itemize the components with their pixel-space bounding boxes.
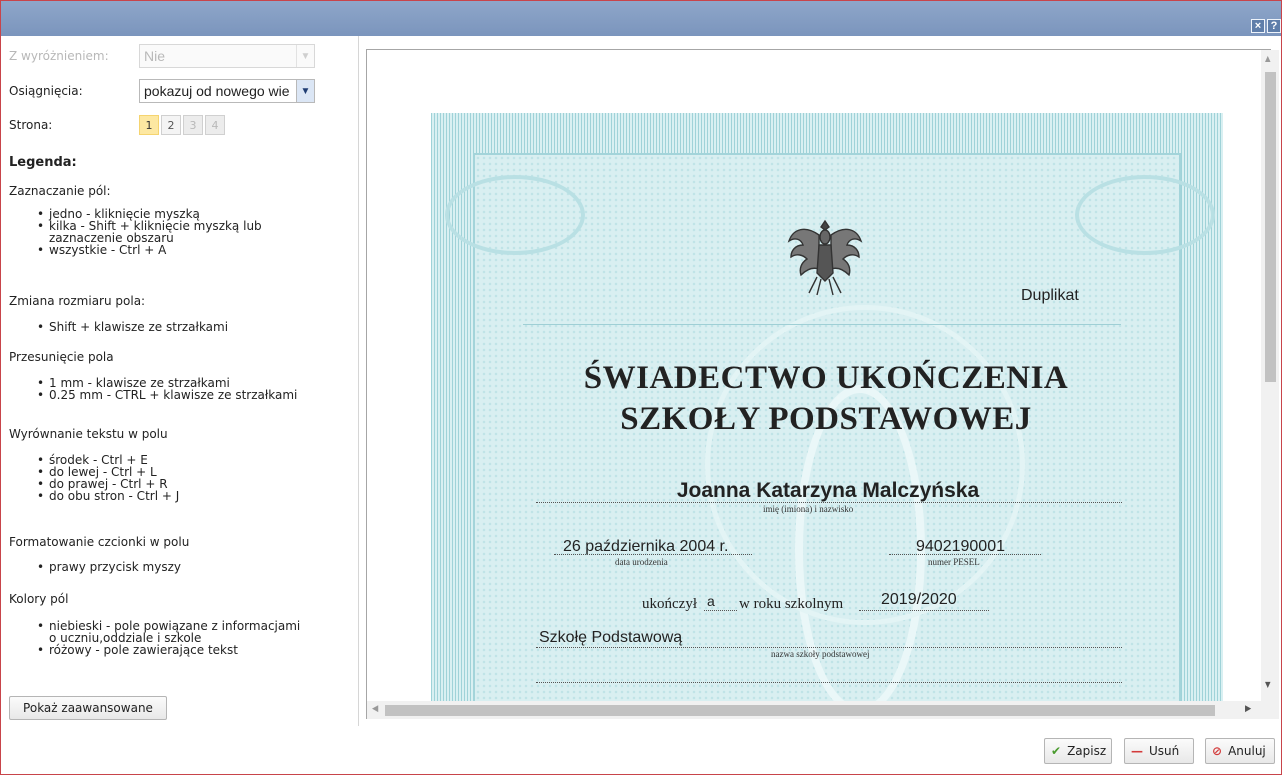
- page-button-4: 4: [205, 115, 225, 135]
- strona-label: Strona:: [9, 118, 53, 132]
- eagle-emblem-icon: [787, 219, 863, 296]
- page-selector: 1 2 3 4: [139, 115, 225, 135]
- dotted-line: [536, 682, 1122, 683]
- legend-heading: Przesunięcie pola: [9, 350, 114, 364]
- page-button-2[interactable]: 2: [161, 115, 181, 135]
- no-entry-icon: ⊘: [1212, 744, 1223, 758]
- legend-list: środek - Ctrl + E do lewej - Ctrl + L do…: [37, 454, 179, 502]
- dotted-line: [536, 647, 1122, 648]
- osiagniecia-value: pokazuj od nowego wie: [144, 83, 290, 99]
- dotted-line: [554, 554, 752, 555]
- completed-label: ukończył: [642, 596, 697, 612]
- page-button-3: 3: [183, 115, 203, 135]
- duplicate-label[interactable]: Duplikat: [1021, 287, 1079, 305]
- gender-suffix-field[interactable]: a: [707, 593, 715, 609]
- legend-item: prawy przycisk myszy: [37, 561, 181, 573]
- delete-label: Usuń: [1149, 744, 1180, 758]
- osiagniecia-row: Osiągnięcia: pokazuj od nowego wie ▼: [9, 79, 315, 103]
- close-icon[interactable]: ×: [1251, 19, 1265, 33]
- strona-row: Strona: 1 2 3 4: [9, 113, 225, 137]
- chevron-down-icon[interactable]: ▼: [296, 80, 314, 102]
- scroll-corner: [1261, 701, 1279, 719]
- dotted-line: [704, 610, 737, 611]
- ornament-shape: [445, 175, 585, 255]
- horizontal-scroll-thumb[interactable]: [385, 705, 1215, 716]
- chevron-down-icon: ▼: [296, 45, 314, 67]
- legend-heading: Formatowanie czcionki w polu: [9, 535, 190, 549]
- legend-list: Shift + klawisze ze strzałkami: [37, 321, 228, 333]
- school-name-field[interactable]: Szkołę Podstawową: [539, 629, 682, 647]
- divider-line: [523, 324, 1121, 325]
- dotted-line: [889, 554, 1041, 555]
- legend-title: Legenda:: [9, 155, 77, 170]
- legend-heading: Wyrównanie tekstu w polu: [9, 427, 168, 441]
- minus-icon: —: [1131, 744, 1143, 758]
- legend-item: wszystkie - Ctrl + A: [37, 244, 262, 256]
- settings-panel: Z wyróżnieniem: Nie ▼ Osiągnięcia: pokaz…: [1, 36, 359, 726]
- checkmark-icon: ✔: [1051, 744, 1062, 758]
- scroll-up-icon[interactable]: ▲: [1265, 54, 1271, 63]
- horizontal-scrollbar[interactable]: ◀ ▶: [367, 701, 1261, 719]
- vertical-scroll-thumb[interactable]: [1265, 72, 1276, 382]
- dotted-line: [536, 502, 1122, 503]
- legend-item: 0.25 mm - CTRL + klawisze ze strzałkami: [37, 389, 297, 401]
- school-year-field[interactable]: 2019/2020: [881, 591, 957, 609]
- certificate-title-line2: SZKOŁY PODSTAWOWEJ: [620, 401, 1032, 437]
- legend-list: jedno - kliknięcie myszką kilka - Shift …: [37, 208, 262, 256]
- legend-heading: Zaznaczanie pól:: [9, 184, 111, 198]
- student-name-field[interactable]: Joanna Katarzyna Malczyńska: [534, 479, 1122, 503]
- ornament-shape: [1075, 175, 1215, 255]
- help-icon[interactable]: ?: [1267, 19, 1281, 33]
- legend-list: niebieski - pole powiązane z informacjam…: [37, 620, 300, 656]
- birth-date-caption: data urodzenia: [615, 557, 668, 567]
- cancel-label: Anuluj: [1228, 744, 1266, 758]
- osiagniecia-label: Osiągnięcia:: [9, 84, 83, 98]
- cancel-button[interactable]: ⊘ Anuluj: [1205, 738, 1275, 764]
- school-name-caption: nazwa szkoły podstawowej: [771, 649, 870, 659]
- certificate-title-line1: ŚWIADECTWO UKOŃCZENIA: [583, 360, 1069, 396]
- scroll-right-icon[interactable]: ▶: [1245, 704, 1251, 714]
- dotted-line: [859, 610, 989, 611]
- wyroznienie-row: Z wyróżnieniem: Nie ▼: [9, 44, 315, 68]
- delete-button[interactable]: — Usuń: [1124, 738, 1194, 764]
- legend-item: różowy - pole zawierające tekst: [37, 644, 300, 656]
- save-label: Zapisz: [1067, 744, 1107, 758]
- scroll-left-icon[interactable]: ◀: [372, 704, 378, 714]
- scroll-down-icon[interactable]: ▼: [1265, 680, 1271, 689]
- wyroznienie-select: Nie ▼: [139, 44, 315, 68]
- legend-item: do obu stron - Ctrl + J: [37, 490, 179, 502]
- ornament-shape: [705, 305, 1025, 625]
- vertical-scrollbar[interactable]: ▲ ▼: [1261, 50, 1279, 705]
- save-button[interactable]: ✔ Zapisz: [1044, 738, 1112, 764]
- page-button-1[interactable]: 1: [139, 115, 159, 135]
- name-caption: imię (imiona) i nazwisko: [763, 504, 854, 514]
- legend-list: 1 mm - klawisze ze strzałkami 0.25 mm - …: [37, 377, 297, 401]
- wyroznienie-label: Z wyróżnieniem:: [9, 49, 109, 63]
- pesel-caption: numer PESEL: [928, 557, 980, 567]
- osiagniecia-select[interactable]: pokazuj od nowego wie ▼: [139, 79, 315, 103]
- legend-list: prawy przycisk myszy: [37, 561, 181, 573]
- legend-heading: Zmiana rozmiaru pola:: [9, 294, 146, 308]
- wyroznienie-value: Nie: [144, 48, 166, 64]
- legend-item: kilka - Shift + kliknięcie myszką lub: [37, 220, 262, 232]
- titlebar: × ?: [1, 1, 1281, 36]
- legend-item: Shift + klawisze ze strzałkami: [37, 321, 228, 333]
- dialog-window: × ? Z wyróżnieniem: Nie ▼ Osiągnięcia: p…: [0, 0, 1282, 775]
- legend-item: niebieski - pole powiązane z informacjam…: [37, 620, 300, 632]
- show-advanced-button[interactable]: Pokaż zaawansowane: [9, 696, 167, 720]
- school-year-label: w roku szkolnym: [739, 596, 844, 612]
- legend-heading: Kolory pól: [9, 592, 69, 606]
